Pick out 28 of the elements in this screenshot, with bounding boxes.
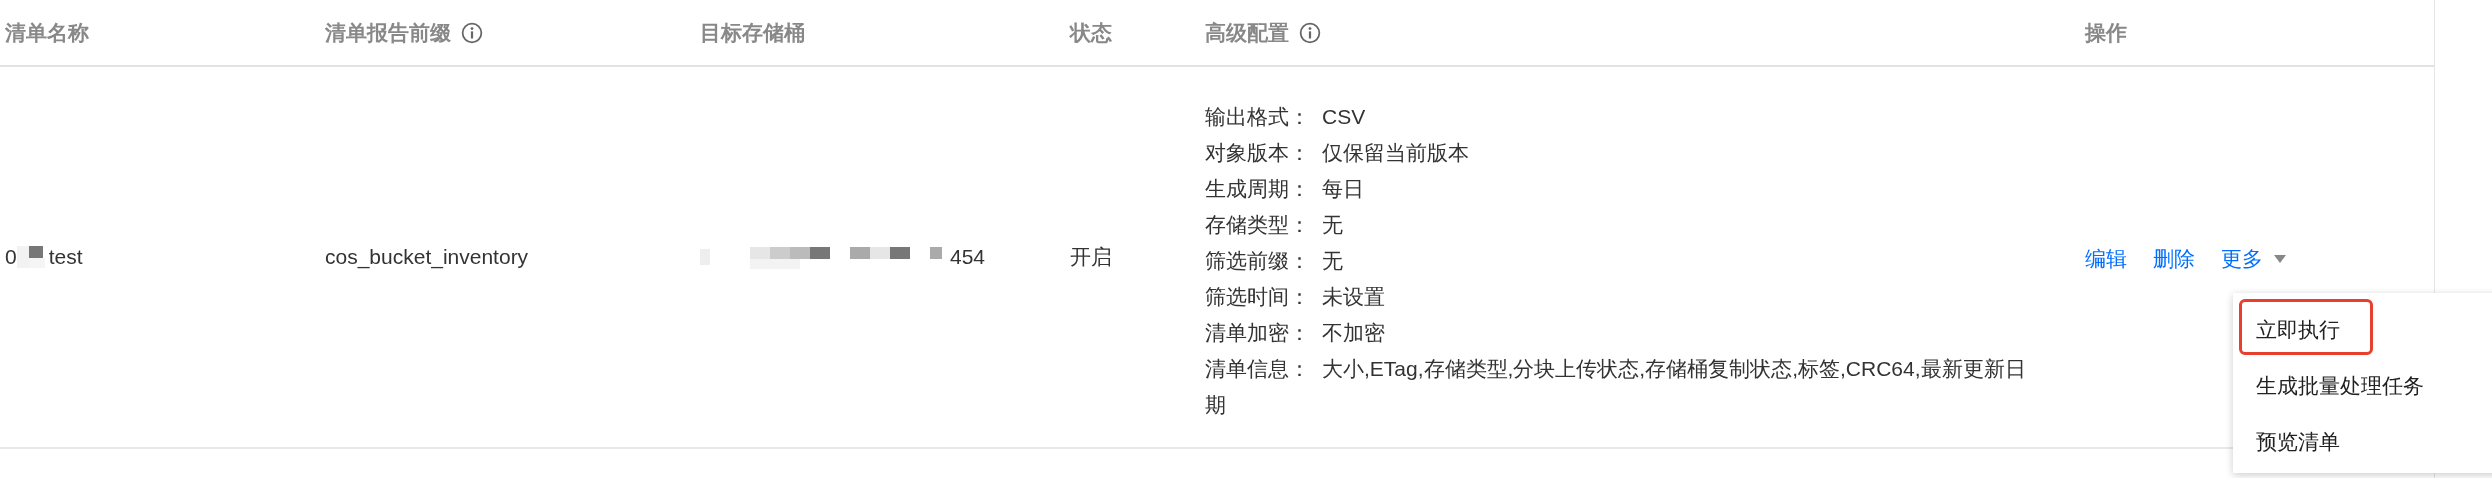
caret-icon	[2273, 254, 2287, 264]
action-link[interactable]: 编辑	[2085, 245, 2127, 273]
config-line: 生成周期： 每日	[1205, 176, 1365, 202]
status-text: 开启	[1070, 244, 1112, 270]
info-icon[interactable]	[461, 21, 483, 44]
column-header: 状态	[1070, 19, 1112, 46]
menu-item[interactable]: 预览清单	[2239, 411, 2357, 467]
inventory-name: test	[48, 245, 83, 269]
menu-item[interactable]: 立即执行	[2239, 299, 2373, 355]
column-header: 高级配置	[1205, 19, 1289, 46]
config-line: 存储类型： 无	[1205, 212, 1344, 238]
column-header: 清单名称	[5, 19, 89, 46]
info-icon[interactable]	[1299, 21, 1321, 44]
table-cell: cos_bucket_inventory	[325, 245, 529, 269]
menu-item[interactable]: 生成批量处理任务	[2239, 355, 2441, 411]
config-line: 清单信息： 大小,ETag,存储类型,分块上传状态,存储桶复制状态,标签,CRC64,最新更新日期	[1205, 356, 2027, 418]
more-dropdown[interactable]: 更多	[2221, 245, 2287, 273]
config-line: 清单加密： 不加密	[1205, 320, 1386, 346]
column-header: 操作	[2085, 19, 2127, 46]
config-line: 筛选时间： 未设置	[1205, 284, 1386, 310]
inventory-name: 0	[5, 245, 17, 269]
column-header: 目标存储桶	[700, 19, 805, 46]
config-line: 筛选前缀： 无	[1205, 248, 1344, 274]
config-line: 对象版本： 仅保留当前版本	[1205, 140, 1470, 166]
table-cell: 454	[950, 245, 986, 269]
action-link[interactable]: 删除	[2153, 245, 2195, 273]
config-line: 输出格式： CSV	[1205, 104, 1367, 130]
column-header: 清单报告前缀	[325, 19, 451, 46]
